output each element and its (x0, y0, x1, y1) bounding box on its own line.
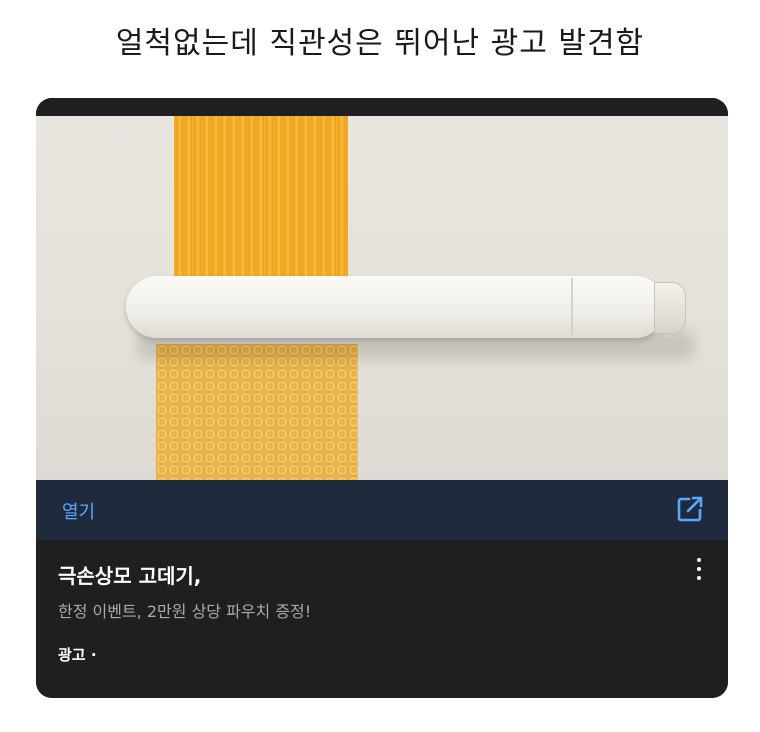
clip-seam (571, 278, 573, 336)
hair-straightener-clip (126, 276, 666, 338)
spaghetti-strands (174, 116, 348, 284)
ad-card[interactable]: 열기 극손상모 고데기, 한정 이벤트, 2만원 상당 파우치 증정! 광고 · (36, 98, 728, 698)
ad-photo[interactable] (36, 116, 728, 480)
ad-info: 극손상모 고데기, 한정 이벤트, 2만원 상당 파우치 증정! 광고 · (36, 540, 728, 698)
open-bar[interactable]: 열기 (36, 480, 728, 540)
ad-title[interactable]: 극손상모 고데기, (58, 560, 201, 589)
more-vertical-icon[interactable] (692, 556, 706, 582)
ad-subtitle: 한정 이벤트, 2만원 상당 파우치 증정! (58, 602, 312, 621)
card-top-edge (36, 98, 728, 116)
ramen-noodles (156, 344, 358, 480)
external-link-icon[interactable] (676, 495, 704, 523)
open-link[interactable]: 열기 (62, 498, 95, 524)
clip-end-cap (654, 282, 686, 334)
headline: 얼척없는데 직관성은 뛰어난 광고 발견함 (115, 26, 645, 61)
sponsored-label: 광고 · (58, 646, 97, 664)
